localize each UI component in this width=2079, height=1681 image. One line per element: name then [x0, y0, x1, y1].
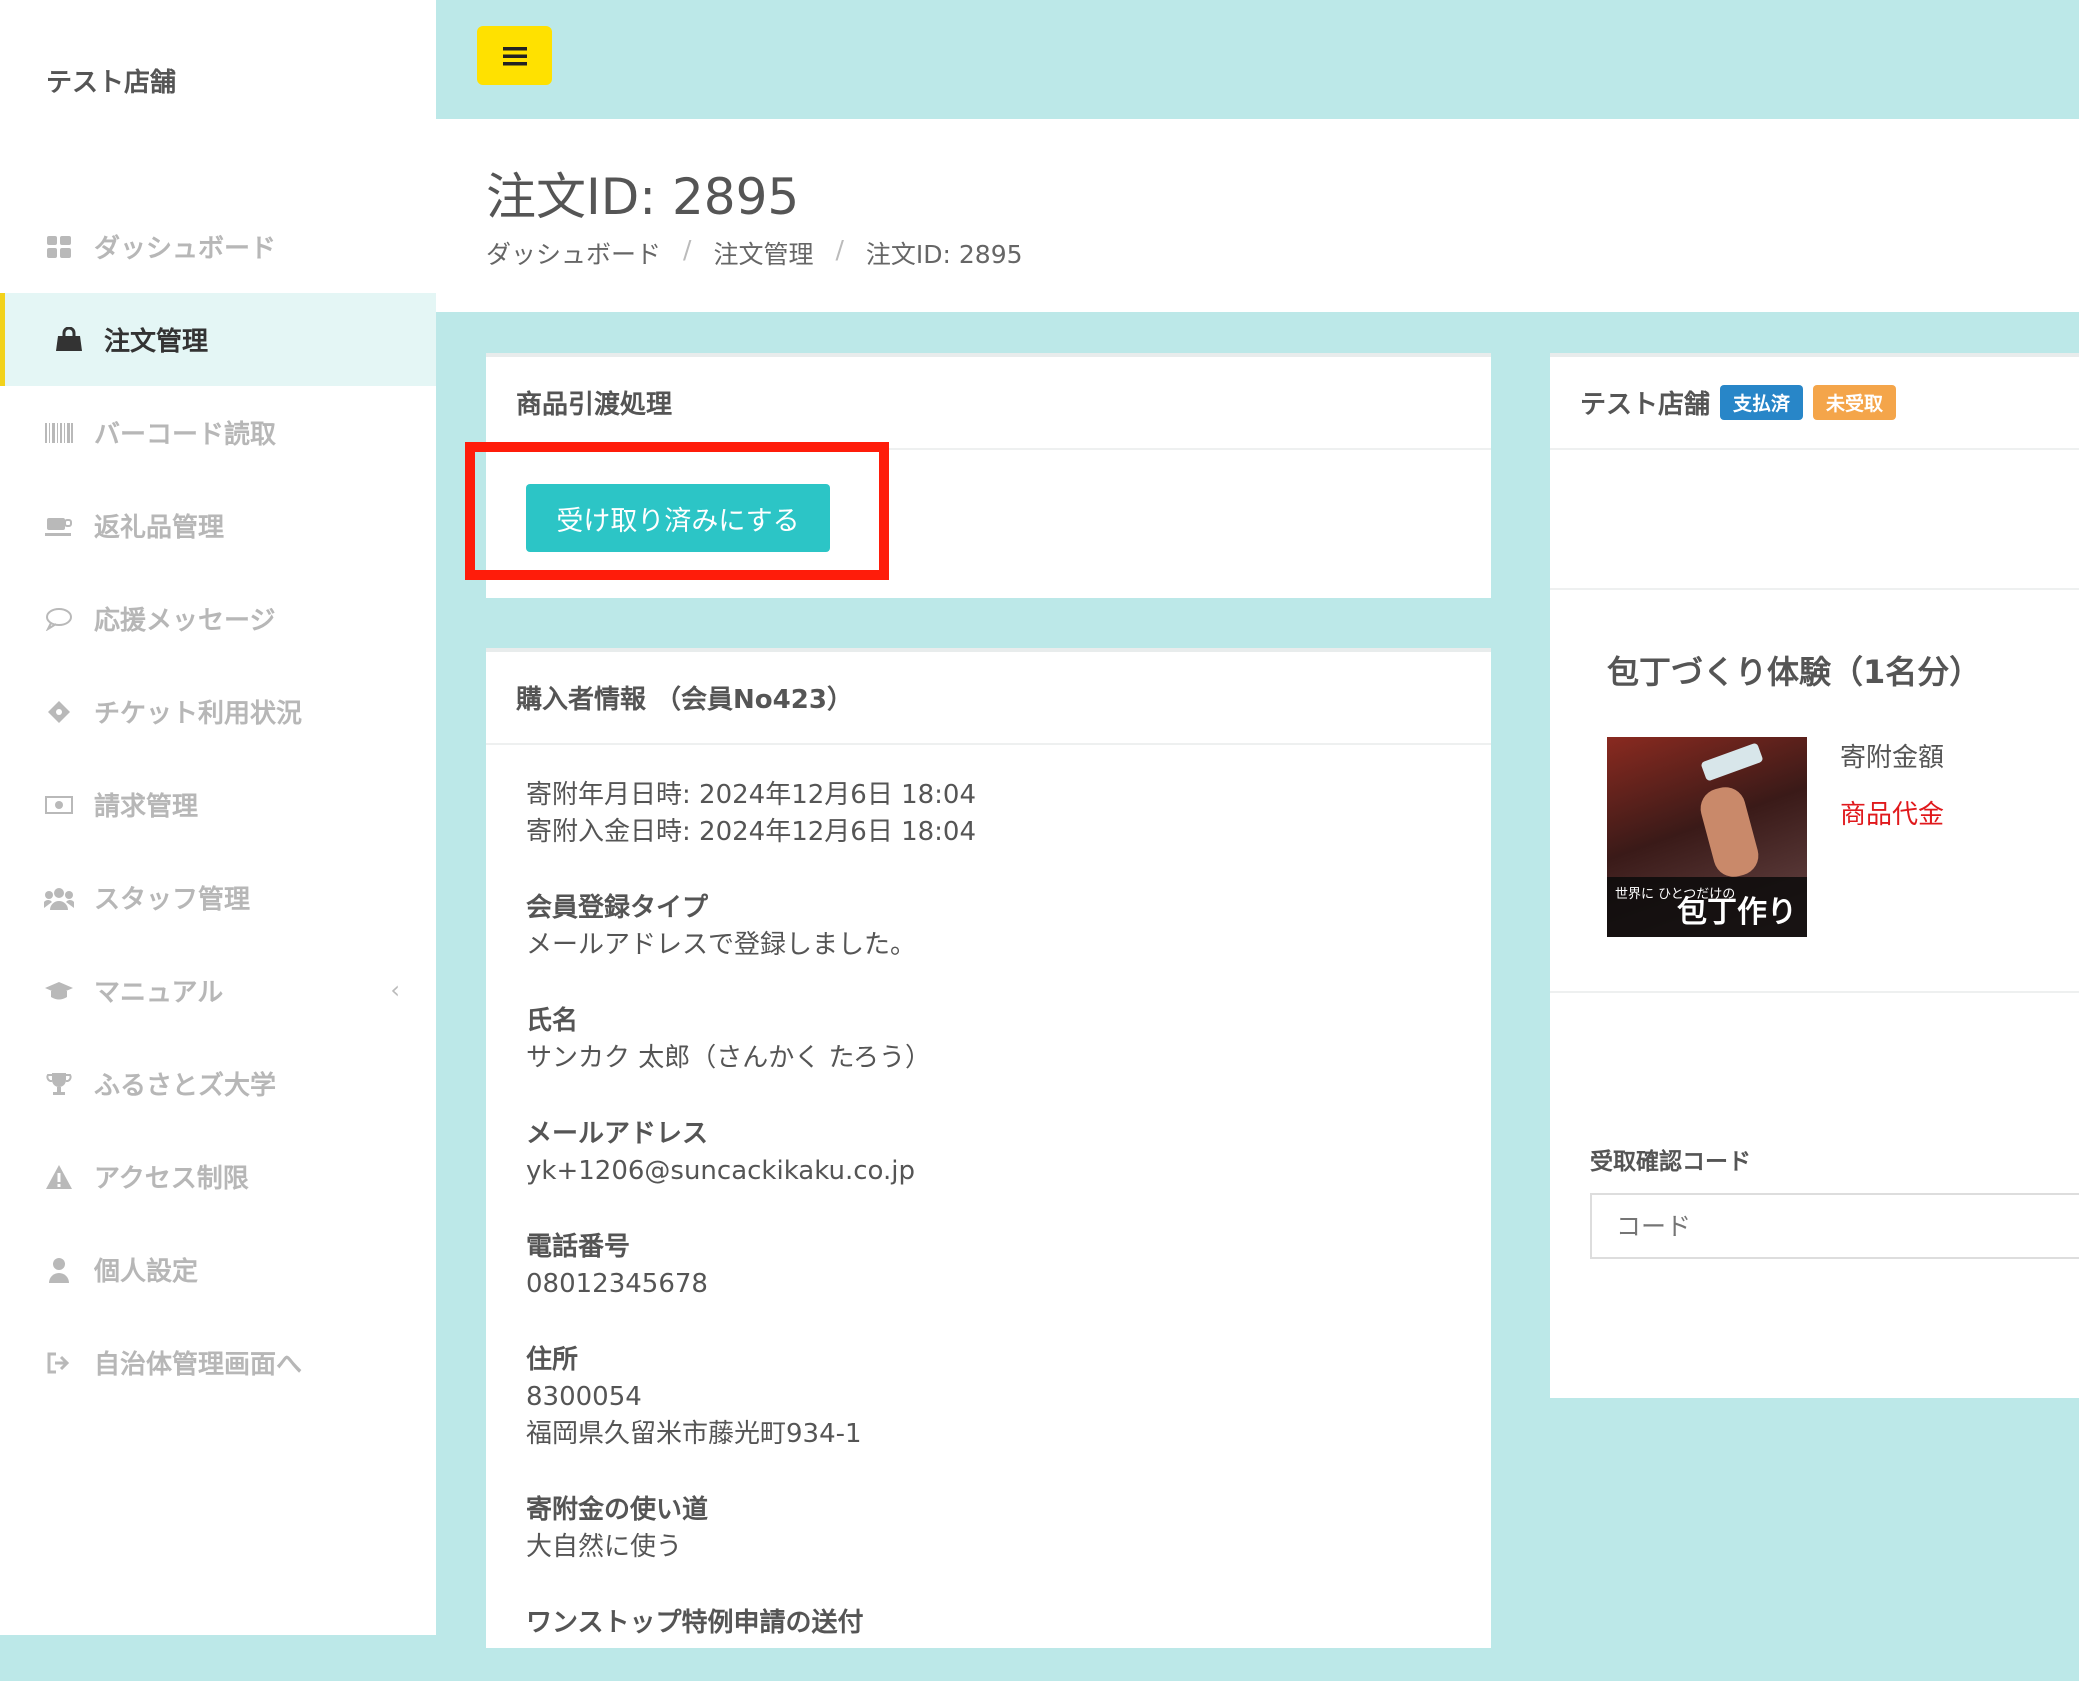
hamburger-icon — [502, 46, 527, 65]
status-badge-paid: 支払済 — [1720, 385, 1804, 420]
breadcrumb-current: 注文ID: 2895 — [865, 240, 1023, 269]
buyer-info-title: 購入者情報 （会員No423） — [486, 652, 1491, 745]
sidebar-item-label: 自治体管理画面へ — [94, 1350, 303, 1380]
phone-value: 08012345678 — [526, 1269, 708, 1299]
sidebar-item-label: ダッシュボード — [94, 234, 277, 264]
sidebar-item-profile[interactable]: 個人設定 — [0, 1223, 436, 1316]
breadcrumb-dashboard[interactable]: ダッシュボード — [486, 235, 661, 271]
shop-name: テスト店舗 — [1580, 390, 1711, 420]
status-badge-unreceived: 未受取 — [1813, 385, 1897, 420]
buyer-info-body: 寄附年月日時: 2024年12月6日 18:04 寄附入金日時: 2024年12… — [526, 777, 976, 1681]
breadcrumb-orders[interactable]: 注文管理 — [713, 235, 813, 271]
sidebar-item-access[interactable]: アクセス制限 — [0, 1130, 436, 1223]
field-label: 電話番号 — [526, 1232, 631, 1262]
highlight-box — [465, 442, 889, 580]
users-icon — [44, 883, 74, 913]
dashboard-icon — [44, 232, 74, 262]
user-icon — [44, 1255, 74, 1285]
ticket-icon — [44, 697, 74, 727]
product-image-caption: 世界に ひとつだけの 包丁作り体験 — [1607, 877, 1807, 937]
sidebar-item-label: マニュアル — [94, 978, 224, 1008]
delivery-card-title: 商品引渡処理 — [486, 357, 1491, 450]
sidebar-item-label: ふるさとズ大学 — [94, 1071, 277, 1101]
postal-code-value: 8300054 — [526, 1382, 642, 1412]
sidebar-item-label: アクセス制限 — [94, 1164, 249, 1194]
field-label: 会員登録タイプ — [526, 893, 709, 923]
payment-datetime: 寄附入金日時: 2024年12月6日 18:04 — [526, 817, 977, 847]
sidebar-item-municipality[interactable]: 自治体管理画面へ — [0, 1316, 436, 1409]
sidebar-item-orders[interactable]: 注文管理 — [0, 293, 436, 386]
brand-name: テスト店舗 — [46, 68, 177, 98]
top-bar — [436, 0, 2079, 119]
shop-card: テスト店舗 支払済 未受取 包丁づくり体験（1名分） 世界に ひとつだけの 包丁… — [1550, 353, 2079, 1398]
warning-icon — [44, 1162, 74, 1192]
sidebar: テスト店舗 ダッシュボード 注文管理 バーコード読取 返礼品管理 応援メッセージ… — [0, 0, 436, 1635]
chat-icon — [44, 604, 74, 634]
confirmation-code-input[interactable] — [1590, 1193, 2079, 1259]
address-label: 住所 — [526, 1345, 579, 1375]
email-value: yk+1206@suncackikaku.co.jp — [526, 1156, 915, 1186]
sidebar-item-label: 請求管理 — [94, 792, 199, 822]
product-image: 世界に ひとつだけの 包丁作り体験 — [1607, 737, 1807, 937]
chevron-left-icon[interactable]: ‹ — [390, 976, 400, 1004]
money-icon — [44, 790, 74, 820]
sidebar-item-messages[interactable]: 応援メッセージ — [0, 572, 436, 665]
shop-card-header: テスト店舗 支払済 未受取 — [1550, 357, 2079, 450]
field-label: 氏名 — [526, 1006, 579, 1036]
sidebar-item-staff[interactable]: スタッフ管理 — [0, 851, 436, 944]
breadcrumb-separator: / — [835, 235, 844, 264]
trophy-icon — [44, 1069, 74, 1099]
page-title: 注文ID: 2895 — [486, 168, 800, 226]
barcode-icon — [44, 418, 74, 448]
sidebar-item-label: スタッフ管理 — [94, 885, 251, 915]
sidebar-item-barcode[interactable]: バーコード読取 — [0, 386, 436, 479]
hand-shape — [1696, 782, 1763, 882]
shopping-bag-icon — [54, 325, 84, 355]
sidebar-item-manual[interactable]: マニュアル ‹ — [0, 944, 436, 1037]
buyer-info-card: 購入者情報 （会員No423） 寄附年月日時: 2024年12月6日 18:04… — [486, 648, 1491, 1648]
breadcrumb-separator: / — [683, 235, 692, 264]
donation-datetime: 寄附年月日時: 2024年12月6日 18:04 — [526, 780, 977, 810]
sidebar-item-gifts[interactable]: 返礼品管理 — [0, 479, 436, 572]
gift-icon — [44, 511, 74, 541]
sidebar-item-label: 個人設定 — [94, 1257, 199, 1287]
field-label: メールアドレス — [526, 1119, 709, 1149]
graduation-cap-icon — [44, 976, 74, 1006]
onestop-label: ワンストップ特例申請の送付 — [526, 1608, 864, 1638]
sidebar-item-label: 返礼品管理 — [94, 513, 225, 543]
divider — [1550, 588, 2079, 590]
code-label: 受取確認コード — [1590, 1149, 1751, 1175]
sidebar-item-billing[interactable]: 請求管理 — [0, 758, 436, 851]
product-price-label: 商品代金 — [1840, 800, 1945, 830]
knife-tool-shape — [1700, 742, 1764, 782]
product-name: 包丁づくり体験（1名分） — [1607, 653, 1982, 691]
sidebar-nav: ダッシュボード 注文管理 バーコード読取 返礼品管理 応援メッセージ チケット利… — [0, 200, 436, 1409]
sidebar-item-label: 応援メッセージ — [94, 606, 276, 636]
breadcrumb: ダッシュボード / 注文管理 / 注文ID: 2895 — [486, 235, 1023, 271]
product-image-big-text: 包丁作り体験 — [1677, 895, 1797, 930]
usage-value: 大自然に使う — [526, 1532, 683, 1562]
usage-label: 寄附金の使い道 — [526, 1495, 709, 1525]
page-header: 注文ID: 2895 ダッシュボード / 注文管理 / 注文ID: 2895 — [436, 119, 2079, 312]
address-value: 福岡県久留米市藤光町934-1 — [526, 1419, 862, 1449]
donation-amount-label: 寄附金額 — [1840, 743, 1945, 773]
registration-type-value: メールアドレスで登録しました。 — [526, 930, 917, 960]
sidebar-item-university[interactable]: ふるさとズ大学 — [0, 1037, 436, 1130]
sidebar-item-dashboard[interactable]: ダッシュボード — [0, 200, 436, 293]
sidebar-item-label: チケット利用状況 — [94, 699, 303, 729]
sidebar-item-label: バーコード読取 — [94, 420, 277, 450]
sidebar-item-label: 注文管理 — [104, 327, 209, 357]
sidebar-item-tickets[interactable]: チケット利用状況 — [0, 665, 436, 758]
divider — [1550, 991, 2079, 993]
sign-out-icon — [44, 1348, 74, 1378]
name-value: サンカク 太郎（さんかく たろう） — [526, 1043, 931, 1073]
menu-toggle-button[interactable] — [477, 26, 552, 85]
